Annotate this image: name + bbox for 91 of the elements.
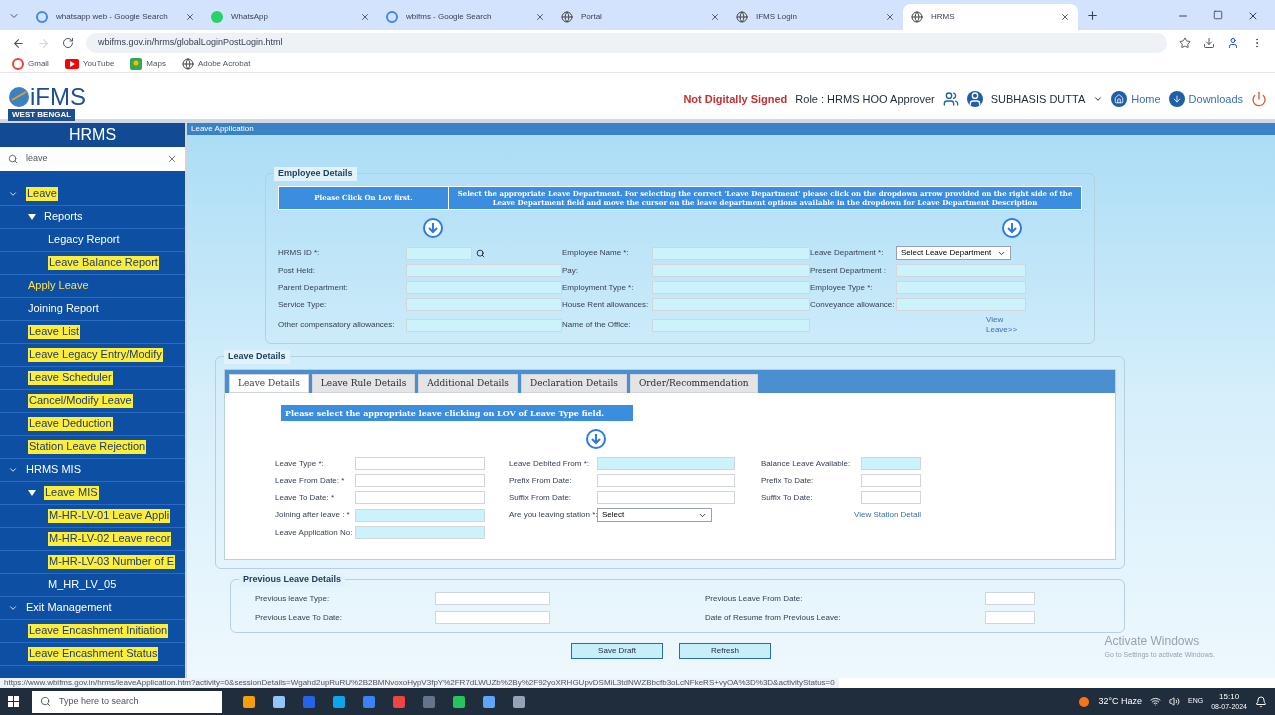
field-label: Pay: <box>562 264 579 277</box>
clock-time: 15:10 <box>1219 691 1240 702</box>
activation-title: Activate Windows <box>1104 632 1201 650</box>
field-label: Present Department : <box>810 264 888 277</box>
field-label: Are you leaving station *: <box>509 509 597 521</box>
user-name[interactable]: SUBHASIS DUTTA <box>990 90 1086 107</box>
section-legend: Employee Details <box>274 167 357 181</box>
menu-item[interactable]: M-HR-LV-03 Number of E <box>48 555 176 569</box>
status-url: https://www.wbifms.gov.in/hrms/leaveApplication.htm?activity=0&sessionDetails=Wgahd2upRuRU%2B2BMNvoxoHypV3fpY%2FR7dLWUZb%2By%2F92yoXRHGUpvDSMiL3tdNWZBbcfb3oLcNFkeRS+vyOA%3D%3D&activityStatus=0 <box>0 678 839 688</box>
search-field[interactable]: leave <box>0 147 185 171</box>
field-label: Other compensatory allowances: <box>278 319 396 331</box>
field-label: Leave Department *: <box>810 247 885 259</box>
select-field[interactable]: Select <box>597 508 712 522</box>
field-label: Post Held: <box>278 264 316 277</box>
select-field[interactable]: Select Leave Department <box>896 246 1011 260</box>
field-label: Leave Application No: <box>275 526 354 539</box>
menu-item[interactable]: Leave MIS <box>44 486 99 500</box>
field-label: Service Type: <box>278 298 328 311</box>
field-label: Employee Type *: <box>810 281 874 294</box>
field-label: Previous Leave From Date: <box>705 592 804 605</box>
bookmark-link[interactable]: Gmail <box>12 58 49 70</box>
view-link[interactable]: View Station Detail <box>854 510 921 520</box>
weather-text: 32°C Haze <box>1098 694 1142 708</box>
page-title: Leave Application <box>187 123 1275 135</box>
sidebar-title: HRMS <box>0 123 185 147</box>
section-legend: Previous Leave Details <box>239 573 346 587</box>
menu-item[interactable]: M_HR_LV_05 <box>48 578 117 592</box>
address-bar[interactable]: wbifms.gov.in/hrms/globalLoginPostLogin.html <box>86 33 1167 53</box>
form-tab[interactable]: Leave Details <box>229 374 309 393</box>
field-label: House Rent allowances: <box>562 298 650 311</box>
browser-tab[interactable]: IFMS Login <box>728 4 903 30</box>
browser-tab[interactable]: whatsapp web - Google Search <box>28 4 203 30</box>
field-label: Previous leave Type: <box>255 592 331 605</box>
form-button[interactable]: Save Draft <box>571 643 663 659</box>
menu-item[interactable]: Reports <box>44 210 83 224</box>
bookmark-link[interactable]: YouTube <box>64 58 115 70</box>
field-label: Leave To Date: * <box>275 491 335 504</box>
field-label: Employee Name *: <box>562 247 630 259</box>
form-button[interactable]: Refresh <box>679 643 771 659</box>
menu-item[interactable]: Cancel/Modify Leave <box>28 394 133 408</box>
bookmark-link[interactable]: Maps <box>130 58 166 70</box>
browser-tab[interactable]: HRMS <box>903 4 1078 30</box>
view-link[interactable]: View Leave>> <box>986 315 1026 335</box>
ifms-logo: iFMS WEST BENGAL <box>8 85 86 121</box>
field-label: Joining after leave : * <box>275 509 351 521</box>
field-label: Leave Type *: <box>275 457 325 470</box>
field-label: Balance Leave Available: <box>761 457 852 470</box>
menu-item[interactable]: Leave Encashment Initiation <box>28 624 169 638</box>
menu-item[interactable]: M-HR-LV-02 Leave recor <box>48 532 172 546</box>
menu-item[interactable]: Leave <box>26 187 58 201</box>
menu-item[interactable]: Joining Report <box>28 302 99 316</box>
form-tab[interactable]: Order/Recommendation <box>629 374 758 393</box>
field-label: Date of Resume from Previous Leave: <box>705 611 842 624</box>
menu-item[interactable]: Leave Balance Report <box>48 256 159 270</box>
form-tab[interactable]: Declaration Details <box>520 374 627 393</box>
menu-item[interactable]: M-HR-LV-01 Leave Appli <box>48 509 171 523</box>
field-label: Conveyance allowance: <box>810 298 896 311</box>
browser-tab[interactable]: WhatsApp <box>203 4 378 30</box>
field-label: Parent Department: <box>278 281 349 294</box>
menu-item[interactable]: Leave Legacy Entry/Modify <box>28 348 163 362</box>
field-label: Leave Debited From *: <box>509 457 591 470</box>
signature-status: Not Digitally Signed <box>683 91 788 107</box>
browser-tab[interactable]: wbifms - Google Search <box>378 4 553 30</box>
menu-item[interactable]: Leave Scheduler <box>28 371 113 385</box>
menu-item[interactable]: Leave List <box>28 325 81 339</box>
menu-item[interactable]: Apply Leave <box>28 279 89 293</box>
menu-item[interactable]: Legacy Report <box>48 233 120 247</box>
notice-text: Please select the appropriate leave clicking on LOV of Leave Type field. <box>281 405 633 421</box>
menu-item[interactable]: Leave Deduction <box>28 417 113 431</box>
taskbar-search[interactable]: Type here to search <box>32 690 222 713</box>
menu-item[interactable]: Leave Encashment Status <box>28 647 159 661</box>
browser-tab[interactable]: Portal <box>553 4 728 30</box>
role-label: Role : HRMS HOO Approver <box>795 91 935 107</box>
field-label: Prefix From Date: <box>509 474 573 487</box>
field-label: Employment Type *: <box>562 281 635 294</box>
header-link[interactable]: Home <box>1111 90 1161 107</box>
menu-item[interactable]: Station Leave Rejection <box>28 440 147 454</box>
field-label: HRMS ID *: <box>278 247 321 259</box>
header-link[interactable]: Downloads <box>1168 90 1243 107</box>
field-label: Prefix To Date: <box>761 474 815 487</box>
field-label: Suffix From Date: <box>509 491 573 504</box>
section-legend: Leave Details <box>224 350 290 364</box>
form-tab[interactable]: Additional Details <box>418 374 518 393</box>
menu-item[interactable]: Exit Management <box>26 601 112 615</box>
field-label: Previous Leave To Date: <box>255 611 343 624</box>
bookmark-link[interactable]: Adobe Acrobat <box>181 58 251 70</box>
form-tab[interactable]: Leave Rule Details <box>311 374 416 393</box>
menu-item[interactable]: HRMS MIS <box>26 463 81 477</box>
field-label: Name of the Office: <box>562 319 632 331</box>
field-label: Suffix To Date: <box>761 491 814 504</box>
field-label: Leave From Date: * <box>275 474 346 487</box>
